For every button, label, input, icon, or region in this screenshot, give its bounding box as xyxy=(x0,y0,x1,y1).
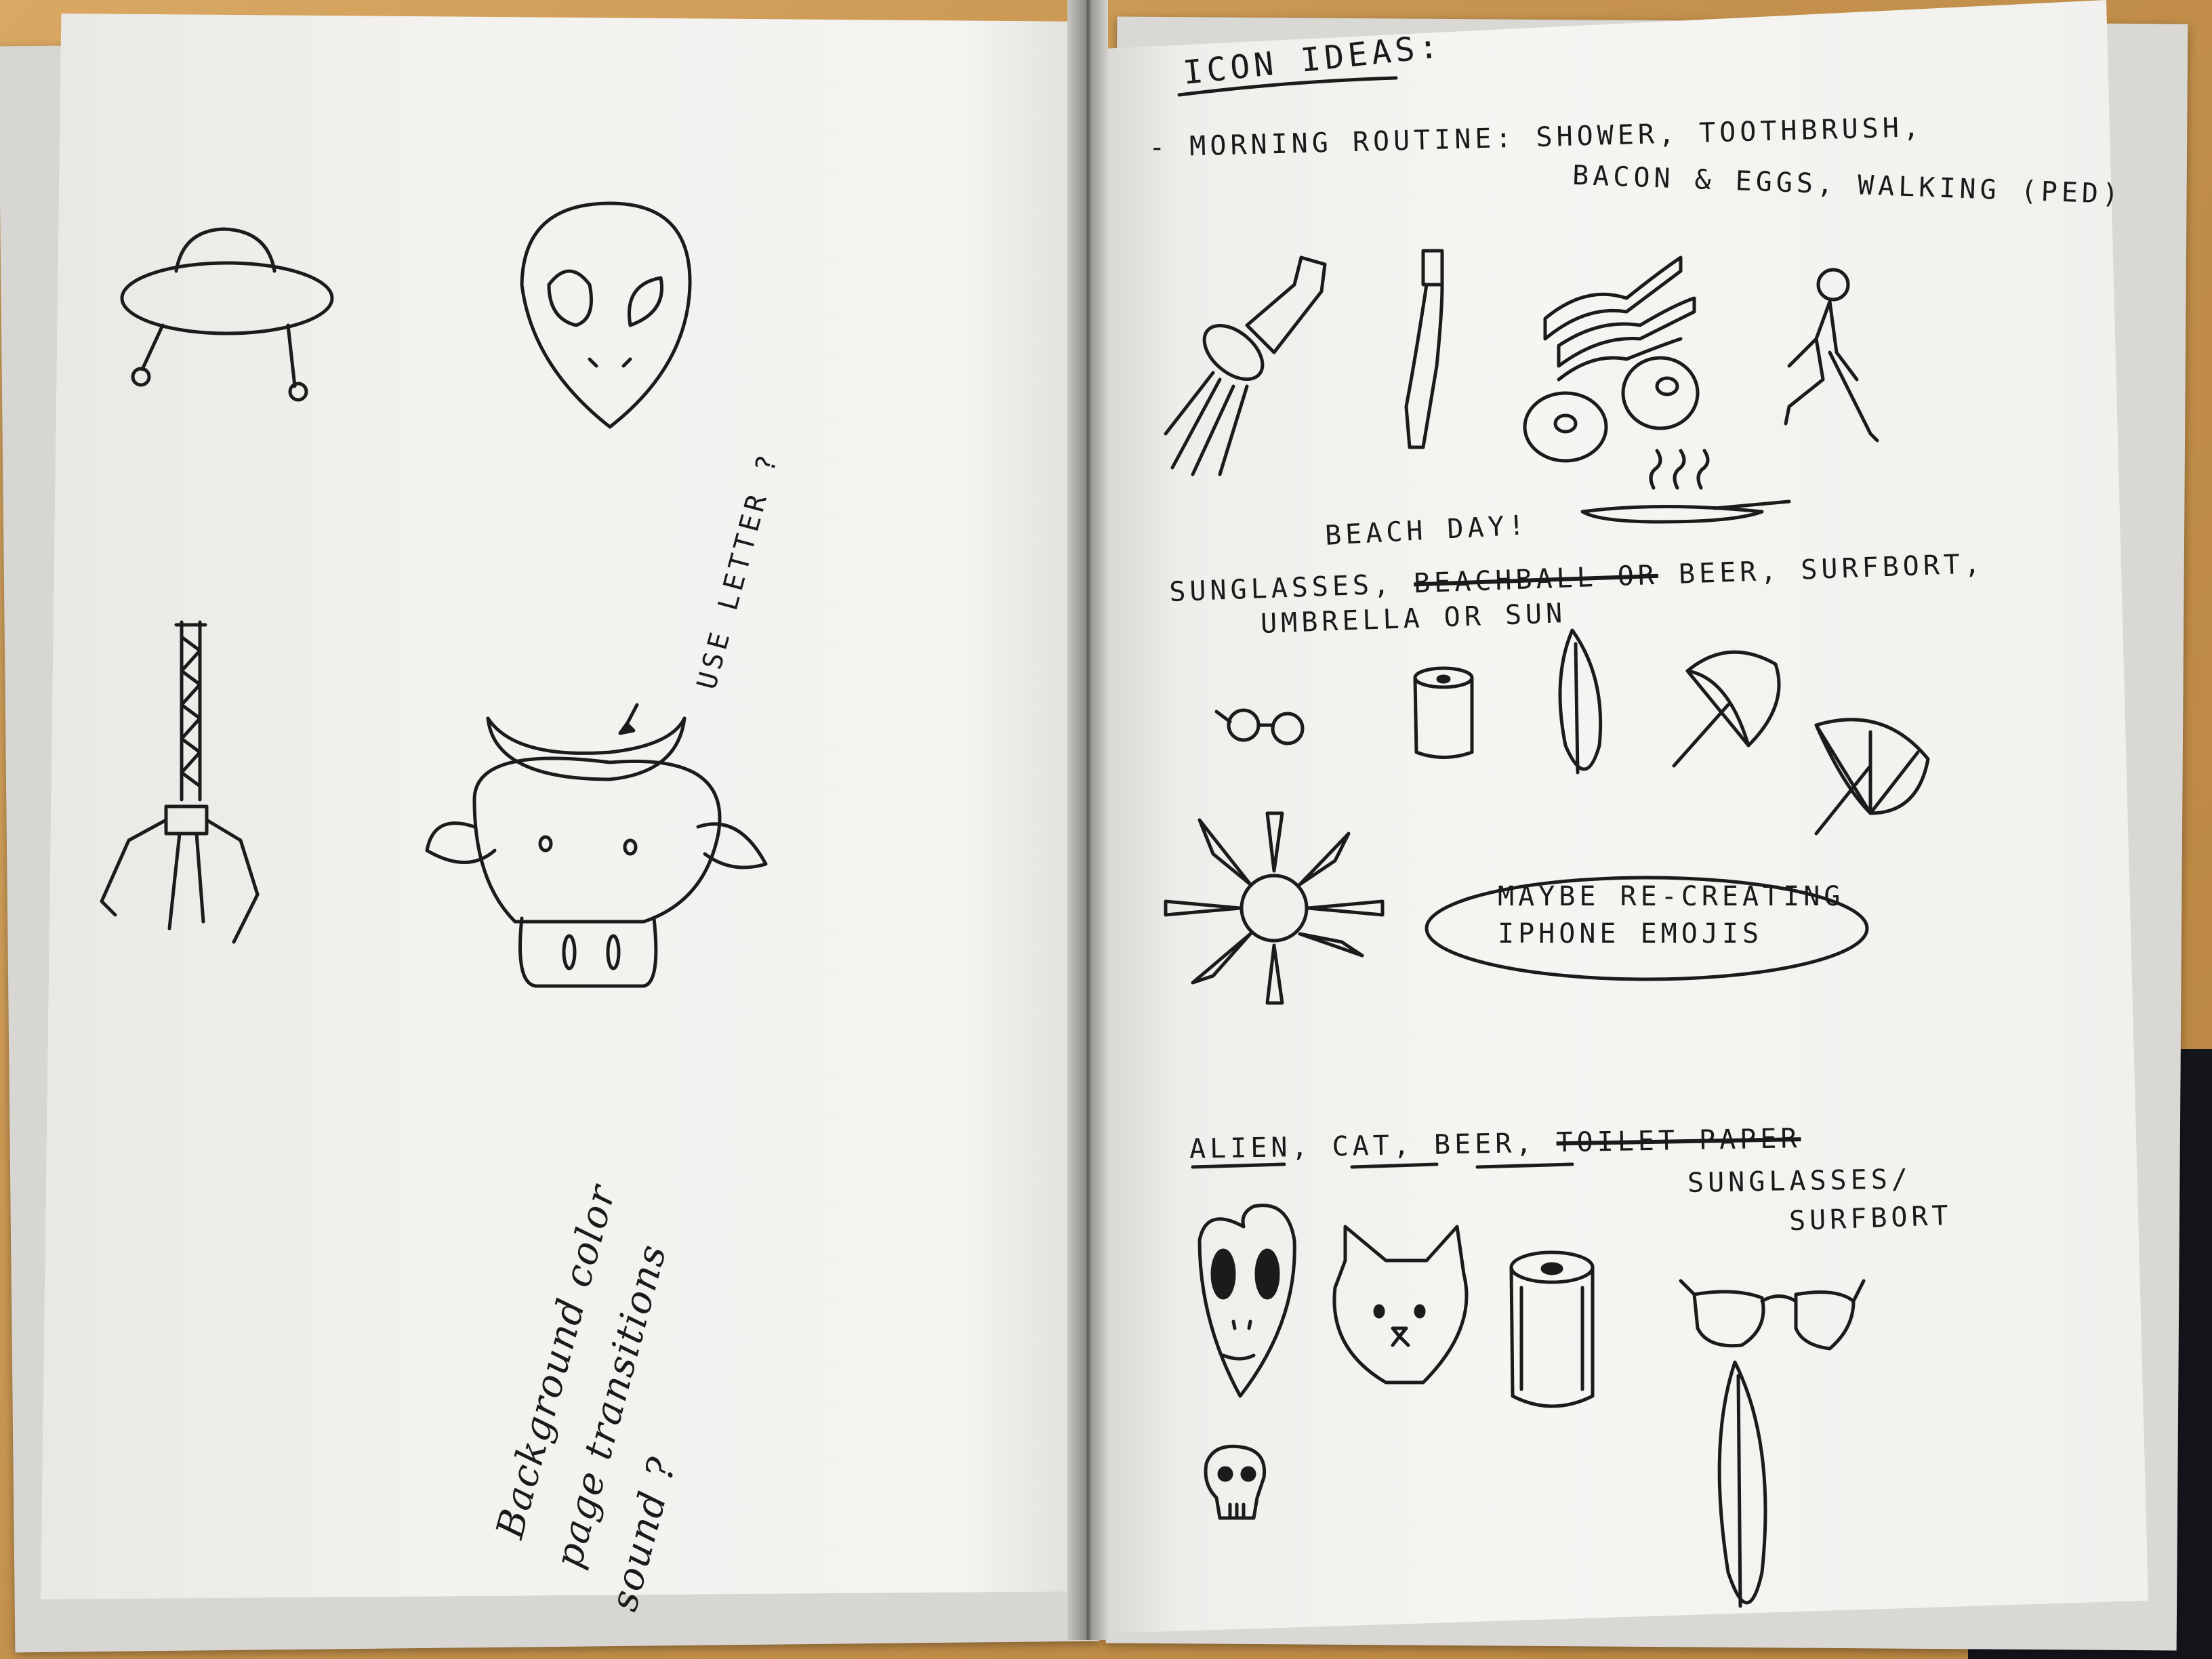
sunglasses-icon xyxy=(1214,708,1305,745)
umbrella-icon xyxy=(1814,718,1930,836)
toothbrush-icon xyxy=(1404,249,1444,449)
final-list-line-2: SUNGLASSES/ xyxy=(1687,1164,1912,1199)
claw-crane-icon xyxy=(100,620,260,944)
sunglasses-icon xyxy=(1679,1279,1866,1351)
list-beer: BEER xyxy=(1433,1128,1516,1161)
umbrella-icon xyxy=(1672,650,1781,768)
alien-mask-icon xyxy=(1197,1204,1296,1398)
bubble-line-2: IPHONE EMOJIS xyxy=(1498,918,1763,949)
beer-can-icon xyxy=(1509,1250,1595,1408)
list-cat: CAT xyxy=(1332,1130,1394,1163)
list-alien: ALIEN xyxy=(1189,1132,1292,1165)
final-list-line-3: SURFBORT xyxy=(1788,1200,1953,1237)
shower-head-icon xyxy=(1164,255,1327,476)
ufo-icon xyxy=(120,227,334,402)
walking-person-icon xyxy=(1784,268,1879,443)
surfboard-icon xyxy=(1717,1360,1767,1608)
beer-can-icon xyxy=(1413,666,1474,759)
list-underline xyxy=(1191,1162,1574,1169)
bacon-eggs-icon xyxy=(1523,255,1700,463)
desk-scene: USE LETTER ? Background color page trans… xyxy=(0,0,2212,1659)
sun-icon xyxy=(1164,811,1385,1005)
surfboard-icon xyxy=(1558,628,1603,775)
skull-icon xyxy=(1204,1444,1267,1520)
bubble-line-1: MAYBE RE-CREATING xyxy=(1498,881,1845,912)
cat-face-icon xyxy=(1332,1225,1469,1385)
alien-head-icon xyxy=(520,201,692,429)
struck-toilet-paper: TOILET PAPER xyxy=(1556,1123,1801,1159)
cow-head-icon xyxy=(425,703,768,988)
frying-pan-icon xyxy=(1580,449,1791,524)
sketch-ink-layer xyxy=(100,76,1930,1608)
